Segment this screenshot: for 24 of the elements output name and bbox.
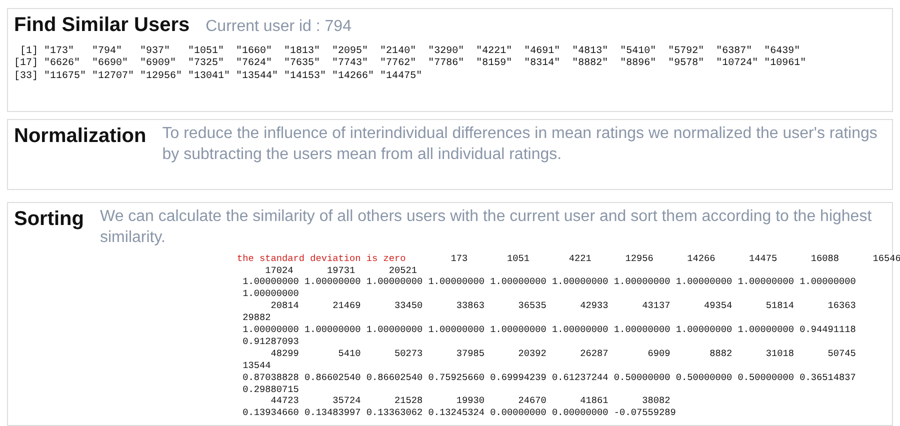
section-title: Find Similar Users	[14, 13, 190, 37]
console-output-line: 48299 5410 50273 37985 20392 26287 6909 8882 31018 50745	[270, 348, 857, 360]
console-output-line: 173 1051 4221 12956 14266 14475 16088 16546	[450, 252, 900, 264]
console-output-line: [17] "6626" "6690" "6909" "7325" "7624" "7635" "7743" "7762" "7786" "8159" "8314" "8882" "8896" "9578" "10724" "10961"	[14, 58, 808, 70]
console-output-line: 44723 35724 21528 19930 24670 41861 38082	[270, 395, 672, 408]
section-title: Normalization	[14, 124, 146, 148]
user-id-label: Current user id : 794	[206, 17, 352, 37]
section-title: Sorting	[14, 207, 84, 231]
console-output-line: 0.29880715	[242, 384, 300, 396]
section-description: We can calculate the similarity of all others users with the current user and sort them according to the highest similarity.	[100, 207, 873, 248]
console-output-line: 1.00000000 1.00000000 1.00000000 1.00000000 1.00000000 1.00000000 1.00000000 1.00000000 1.00000000 1.00000000	[242, 276, 857, 288]
console-output-line: 1.00000000 1.00000000 1.00000000 1.00000000 1.00000000 1.00000000 1.00000000 1.00000000 1.00000000 0.94491118	[242, 324, 857, 336]
section-description: To reduce the influence of interindividual differences in mean ratings we normalized the user's ratings by subtracting the users mean from all individual ratings.	[162, 124, 878, 165]
warning-message: the standard deviation is zero	[237, 252, 406, 264]
console-output-line: 29882	[242, 312, 272, 324]
console-output-line: 0.87038828 0.86602540 0.86602540 0.75925660 0.69994239 0.61237244 0.50000000 0.50000000 0.50000000 0.36514837	[242, 372, 857, 384]
console-output-line: 17024 19731 20521	[264, 264, 418, 276]
console-output-line: [1] "173" "794" "937" "1051" "1660" "1813" "2095" "2140" "3290" "4221" "4691" "4813" "5410" "5792" "6387" "6439"	[19, 46, 802, 58]
console-output-line: 0.91287093	[242, 336, 300, 348]
console-output-line: 1.00000000	[242, 288, 300, 300]
console-output-line: 13544	[242, 360, 272, 372]
console-output-line: 20814 21469 33450 33863 36535 42933 43137 49354 51814 16363	[270, 300, 857, 312]
console-output-line: [33] "11675" "12707" "12956" "13041" "13544" "14153" "14266" "14475"	[14, 70, 424, 84]
console-output-line: 0.13934660 0.13483997 0.13363062 0.13245324 0.00000000 0.00000000 -0.07559289	[242, 407, 677, 420]
